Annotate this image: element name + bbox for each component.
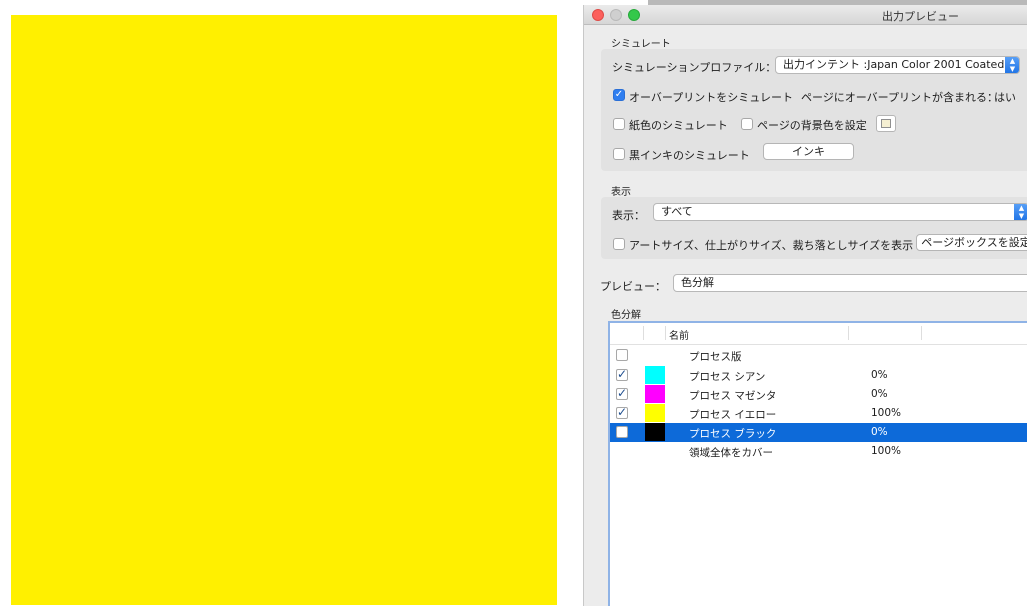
overprint-info-value: はい <box>994 91 1016 104</box>
separation-name: プロセス シアン <box>689 371 766 383</box>
title-bar[interactable]: 出力プレビュー <box>584 5 1027 25</box>
separation-coverage: 0% <box>871 426 888 438</box>
black-swatch <box>645 423 665 441</box>
separation-coverage: 0% <box>871 369 888 381</box>
background-color-swatch <box>881 119 891 128</box>
separation-name: プロセス ブラック <box>689 428 777 440</box>
yellow-swatch <box>645 404 665 422</box>
row-checkbox-checked[interactable]: ✓ <box>616 406 628 419</box>
paper-color-label: 紙色のシミュレート <box>629 119 728 132</box>
art-size-label: アートサイズ、仕上がりサイズ、裁ち落としサイズを表示 <box>629 239 914 252</box>
cyan-swatch <box>645 366 665 384</box>
column-header-name[interactable]: 名前 <box>669 327 689 342</box>
ink-button[interactable]: インキ <box>763 143 854 160</box>
chevron-updown-icon: ▲ ▼ <box>1014 204 1027 220</box>
page-box-button[interactable]: ページボックスを設定 <box>916 234 1027 251</box>
row-checkbox[interactable] <box>616 349 628 361</box>
separation-name: プロセス版 <box>689 351 742 363</box>
page-background-color-button[interactable] <box>876 115 896 132</box>
separation-coverage: 100% <box>871 407 902 419</box>
preview-value: 色分解 <box>681 276 714 289</box>
separation-name: 領域全体をカバー <box>689 447 773 459</box>
chevron-updown-icon: ▲ ▼ <box>1005 57 1019 73</box>
separation-name: プロセス マゼンタ <box>689 390 777 402</box>
table-header: 名前 <box>610 323 1027 345</box>
separation-row-cyan[interactable]: ✓ プロセス シアン 0% <box>610 366 1027 385</box>
page-background-checkbox[interactable] <box>741 118 753 130</box>
separation-coverage: 100% <box>871 445 902 457</box>
column-divider <box>643 326 644 340</box>
black-ink-label: 黒インキのシミュレート <box>629 149 750 162</box>
preview-select[interactable]: 色分解 <box>673 274 1027 292</box>
separation-row-black[interactable]: プロセス ブラック 0% <box>610 423 1027 442</box>
page-background-label: ページの背景色を設定 <box>757 119 867 132</box>
separation-coverage: 0% <box>871 388 888 400</box>
document-canvas[interactable] <box>0 0 583 606</box>
separations-section-label: 色分解 <box>611 310 641 321</box>
row-checkbox[interactable] <box>616 426 628 438</box>
separations-table: 名前 プロセス版 ✓ プロセス シアン 0% ✓ プロセス マゼンタ 0% ✓ … <box>608 321 1027 606</box>
column-divider <box>921 326 922 340</box>
column-divider <box>848 326 849 340</box>
document-page[interactable] <box>11 15 557 605</box>
display-value: すべて <box>661 205 693 218</box>
paper-color-checkbox[interactable] <box>613 118 625 130</box>
display-label: 表示： <box>612 209 645 222</box>
separation-row-process-plates[interactable]: プロセス版 <box>610 346 1027 365</box>
overprint-checkbox[interactable]: ✓ <box>613 89 625 101</box>
column-divider <box>665 326 666 340</box>
window-title: 出力プレビュー <box>882 10 959 23</box>
display-section-label: 表示 <box>611 187 631 198</box>
separation-row-yellow[interactable]: ✓ プロセス イエロー 100% <box>610 404 1027 423</box>
separation-name: プロセス イエロー <box>689 409 777 421</box>
simulation-profile-label: シミュレーションプロファイル： <box>612 61 777 74</box>
row-checkbox-checked[interactable]: ✓ <box>616 368 628 381</box>
output-preview-window: 出力プレビュー シミュレート シミュレーションプロファイル： 出力インテント :… <box>583 5 1027 606</box>
simulate-section-label: シミュレート <box>611 39 671 50</box>
black-ink-checkbox[interactable] <box>613 148 625 160</box>
simulation-profile-select[interactable]: 出力インテント :Japan Color 2001 Coated ▲ ▼ <box>775 56 1020 74</box>
window-gap <box>568 0 583 606</box>
row-checkbox-checked[interactable]: ✓ <box>616 387 628 400</box>
magenta-swatch <box>645 385 665 403</box>
separation-row-magenta[interactable]: ✓ プロセス マゼンタ 0% <box>610 385 1027 404</box>
art-size-checkbox[interactable] <box>613 238 625 250</box>
display-select[interactable]: すべて ▲ ▼ <box>653 203 1027 221</box>
overprint-info-label: ページにオーバープリントが含まれる： <box>801 91 999 104</box>
overprint-label: オーバープリントをシミュレート <box>629 91 794 104</box>
separation-row-total-coverage[interactable]: 領域全体をカバー 100% <box>610 442 1027 461</box>
preview-label: プレビュー： <box>600 280 666 293</box>
simulation-profile-value: 出力インテント :Japan Color 2001 Coated <box>783 58 1005 71</box>
